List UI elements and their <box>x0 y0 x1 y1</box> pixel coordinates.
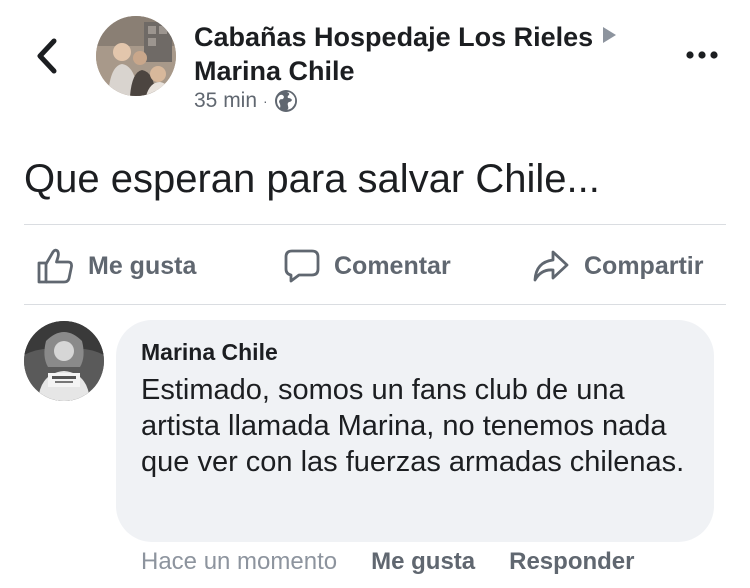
post-text: Que esperan para salvar Chile... <box>24 157 600 201</box>
post-target-link[interactable]: Marina Chile <box>194 54 674 88</box>
comment-bubble-icon <box>284 249 320 283</box>
like-button[interactable]: Me gusta <box>36 244 196 288</box>
comment-author[interactable]: Marina Chile <box>141 338 690 366</box>
back-button[interactable] <box>30 36 64 76</box>
comment-like-button[interactable]: Me gusta <box>371 548 475 576</box>
meta-separator: · <box>263 93 268 109</box>
comment-actions: Hace un momento Me gusta Responder <box>141 546 634 578</box>
post-meta: 35 min · <box>194 88 298 114</box>
page-avatar-image <box>96 16 176 96</box>
comment-label: Comentar <box>334 251 451 280</box>
divider-bottom <box>24 304 726 305</box>
triangle-right-icon <box>601 18 617 52</box>
divider-top <box>24 224 726 225</box>
like-label: Me gusta <box>88 251 197 280</box>
globe-icon[interactable] <box>274 89 298 113</box>
post-author-link[interactable]: Cabañas Hospedaje Los Rieles <box>194 22 593 52</box>
comment-reply-button[interactable]: Responder <box>509 548 634 576</box>
more-options-button[interactable] <box>684 44 720 66</box>
share-button[interactable]: Compartir <box>532 244 703 288</box>
comment-author-avatar[interactable] <box>24 321 104 401</box>
comment-text: Estimado, somos un fans club de una arti… <box>141 374 685 478</box>
share-arrow-icon <box>533 250 569 282</box>
page-avatar[interactable] <box>96 16 176 96</box>
comment-time: Hace un momento <box>141 548 338 575</box>
thumbs-up-icon <box>37 248 73 284</box>
comment-avatar-image <box>24 321 104 401</box>
post-header-title: Cabañas Hospedaje Los Rieles Marina Chil… <box>194 18 674 88</box>
comment-button[interactable]: Comentar <box>284 244 451 288</box>
chevron-left-icon <box>37 38 57 74</box>
post-time[interactable]: 35 min <box>194 89 257 113</box>
share-label: Compartir <box>584 251 704 280</box>
more-horizontal-icon <box>686 51 718 59</box>
comment-bubble: Marina Chile Estimado, somos un fans clu… <box>116 320 714 542</box>
